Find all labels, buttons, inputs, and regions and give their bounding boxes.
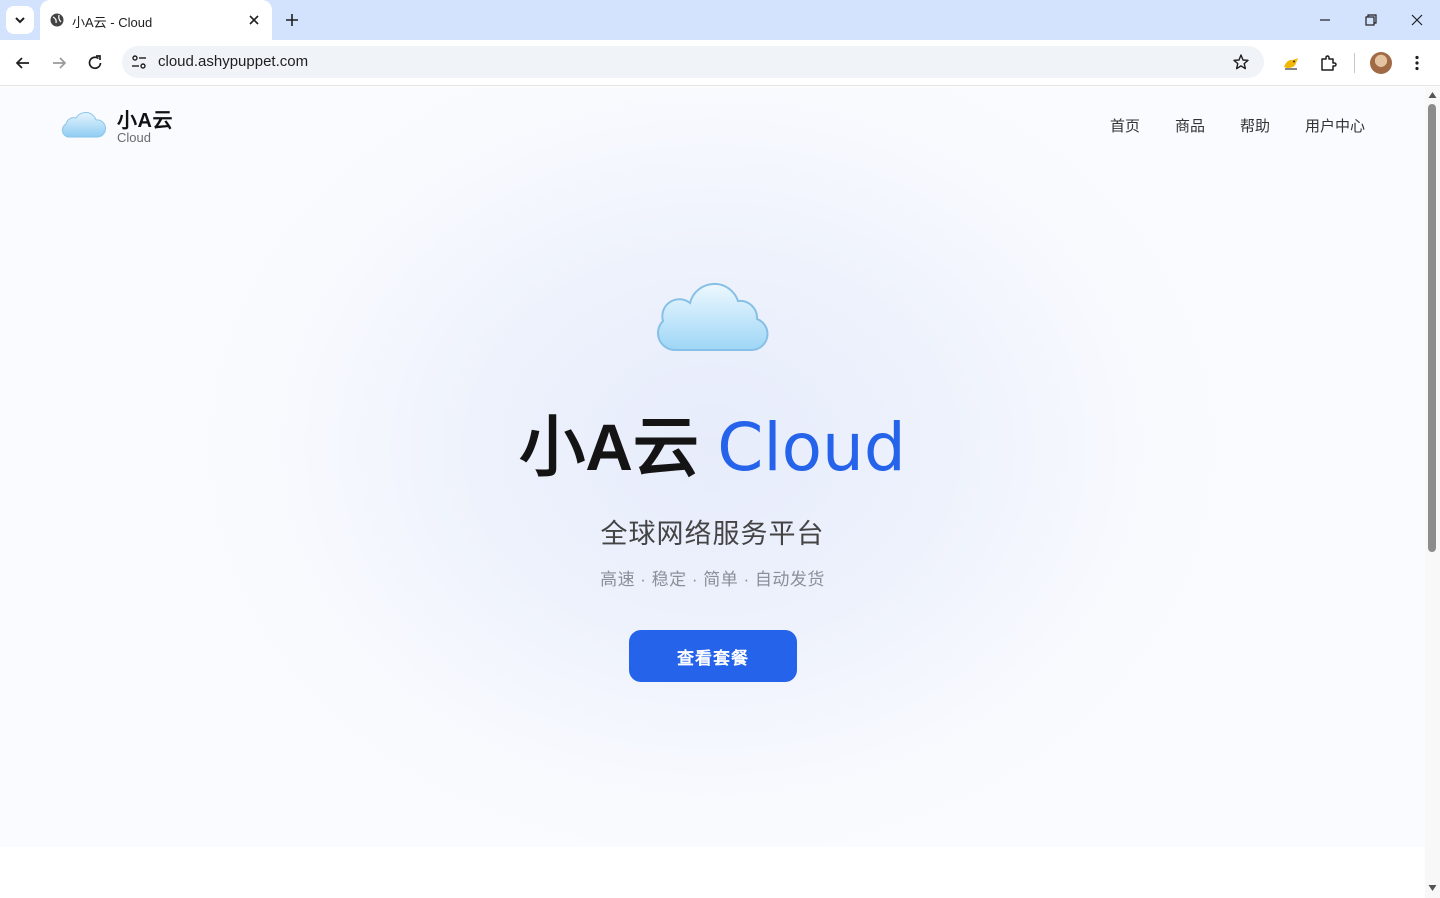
hero-subtitle: 全球网络服务平台 — [600, 519, 825, 549]
hero-cloud-icon — [657, 282, 769, 351]
toolbar-separator — [1354, 53, 1355, 73]
nav-home[interactable]: 首页 — [1110, 115, 1140, 136]
hero-section: 小A云 Cloud 首页 商品 帮助 用户中心 小A云 Cloud 全球网络服务… — [0, 87, 1425, 847]
url-text: cloud.ashypuppet.com — [158, 53, 309, 70]
back-icon[interactable] — [13, 53, 33, 73]
cloud-logo-icon[interactable] — [60, 106, 106, 140]
brand-subtitle: Cloud — [117, 130, 151, 145]
minimize-icon[interactable] — [1317, 12, 1333, 28]
hero-tagline: 高速 · 稳定 · 简单 · 自动发货 — [600, 570, 825, 589]
plus-icon[interactable] — [282, 10, 302, 30]
browser-toolbar: cloud.ashypuppet.com — [0, 40, 1440, 86]
site-info-icon[interactable] — [131, 54, 147, 70]
restore-icon[interactable] — [1363, 12, 1379, 28]
globe-icon — [50, 13, 64, 27]
more-icon[interactable] — [1407, 53, 1427, 73]
nav-products[interactable]: 商品 — [1175, 115, 1205, 136]
hero-title: 小A云 Cloud — [0, 407, 1425, 488]
tab-strip: 小A云 - Cloud — [0, 0, 1440, 40]
scroll-down-icon[interactable] — [1428, 884, 1437, 892]
active-tab[interactable]: 小A云 - Cloud — [40, 0, 272, 40]
avatar[interactable] — [1370, 52, 1392, 74]
hero-title-cn: 小A云 — [519, 410, 699, 484]
address-bar[interactable]: cloud.ashypuppet.com — [122, 46, 1264, 78]
extension-icon[interactable] — [1281, 53, 1301, 73]
scrollbar-thumb[interactable] — [1428, 104, 1436, 552]
forward-icon[interactable] — [49, 53, 69, 73]
nav-help[interactable]: 帮助 — [1240, 115, 1270, 136]
tab-search-icon[interactable] — [6, 6, 34, 34]
nav-user-center[interactable]: 用户中心 — [1305, 115, 1365, 136]
reload-icon[interactable] — [85, 53, 105, 73]
view-plans-button[interactable]: 查看套餐 — [629, 630, 797, 682]
page-viewport: 小A云 Cloud 首页 商品 帮助 用户中心 小A云 Cloud 全球网络服务… — [0, 87, 1425, 898]
tab-title: 小A云 - Cloud — [72, 15, 153, 30]
puzzle-icon[interactable] — [1318, 53, 1338, 73]
window-close-icon[interactable] — [1409, 12, 1425, 28]
close-icon[interactable] — [246, 12, 262, 28]
hero-title-en: Cloud — [717, 409, 906, 486]
brand-name[interactable]: 小A云 — [117, 104, 173, 133]
scroll-up-icon[interactable] — [1428, 91, 1437, 99]
star-icon[interactable] — [1232, 53, 1250, 71]
